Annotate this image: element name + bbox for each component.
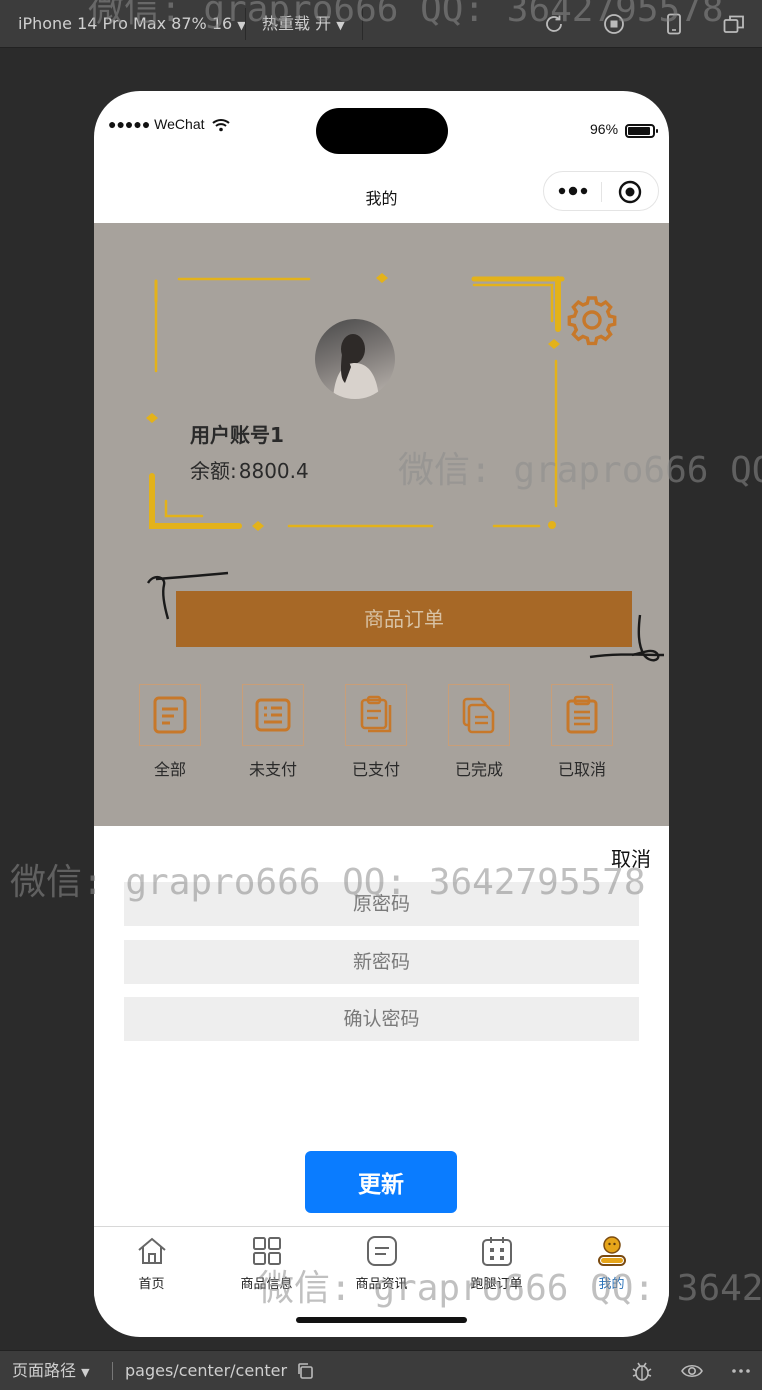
order-category-cancelled[interactable]: 已取消	[542, 684, 622, 784]
home-icon	[138, 1237, 166, 1264]
order-category-unpaid[interactable]: 未支付	[233, 684, 313, 784]
device-selector-label: iPhone 14 Pro Max 87% 16	[18, 14, 233, 33]
order-category-all[interactable]: 全部	[130, 684, 210, 784]
category-icon-box	[345, 684, 407, 746]
tab-bar: 首页 商品信息 商品资讯 跑腿订单 我的	[94, 1226, 669, 1298]
confirm-password-field[interactable]	[124, 997, 639, 1041]
product-orders-banner[interactable]: 商品订单	[176, 591, 632, 647]
device-selector[interactable]: iPhone 14 Pro Max 87% 16 ▼	[18, 0, 246, 48]
doc-list-icon	[153, 696, 187, 734]
category-label: 已取消	[557, 760, 606, 779]
wechat-capsule	[543, 171, 659, 211]
balance: 余额: 8800.4	[190, 455, 309, 484]
close-miniprogram-icon[interactable]	[618, 180, 642, 204]
ios-status-bar: ●●●●● WeChat 96%	[94, 116, 669, 142]
battery-percent: 96%	[590, 121, 619, 137]
phone-frame: ●●●●● WeChat 96% 我的 用户账号1 余额: 8800.4 商品订…	[94, 91, 669, 1337]
clipboard-list-icon	[566, 695, 598, 734]
new-password-field[interactable]	[124, 940, 639, 984]
tab-product-news[interactable]: 商品资讯	[324, 1227, 439, 1299]
avatar-photo	[333, 334, 379, 399]
change-password-sheet: 取消 更新	[94, 826, 669, 1226]
avatar[interactable]	[315, 319, 395, 399]
doc-lines-icon	[255, 698, 291, 732]
order-category-paid[interactable]: 已支付	[336, 684, 416, 784]
decorative-swirl-right	[589, 614, 665, 662]
category-icon-box	[551, 684, 613, 746]
calendar-icon	[482, 1237, 512, 1266]
username: 用户账号1	[190, 423, 284, 447]
category-label: 未支付	[248, 760, 297, 779]
grid-icon	[253, 1237, 281, 1265]
detach-window-icon[interactable]	[722, 12, 746, 36]
page-path-label: 页面路径	[12, 1361, 77, 1380]
tab-errand-orders[interactable]: 跑腿订单	[439, 1227, 554, 1299]
home-indicator	[296, 1317, 467, 1323]
wifi-icon	[212, 119, 230, 132]
battery-icon	[625, 124, 658, 138]
cancel-button[interactable]: 取消	[611, 843, 651, 872]
tab-label: 跑腿订单	[470, 1277, 523, 1292]
category-label: 已支付	[351, 760, 400, 779]
copy-doc-icon	[462, 697, 495, 734]
profile-icon	[598, 1236, 626, 1266]
eye-icon[interactable]	[680, 1359, 704, 1383]
order-category-completed[interactable]: 已完成	[439, 684, 519, 784]
category-label: 已完成	[454, 760, 503, 779]
copy-icon[interactable]	[296, 1362, 314, 1380]
carrier-label: ●●●●● WeChat	[108, 116, 205, 132]
wechat-navbar: 我的	[94, 171, 669, 223]
chevron-down-icon: ▼	[336, 19, 345, 32]
chevron-down-icon: ▼	[81, 1366, 90, 1379]
devtools-toolbar: iPhone 14 Pro Max 87% 16 ▼ 热重载 开 ▼	[0, 0, 762, 48]
stop-icon[interactable]	[602, 12, 626, 36]
page-path-selector[interactable]: 页面路径 ▼	[12, 1351, 90, 1390]
settings-gear-icon[interactable]	[565, 293, 619, 347]
tab-label: 商品信息	[240, 1277, 293, 1292]
bug-icon[interactable]	[630, 1359, 654, 1383]
category-label: 全部	[153, 760, 186, 779]
category-icon-box	[139, 684, 201, 746]
hot-reload-toggle[interactable]: 热重载 开 ▼	[262, 0, 345, 48]
news-icon	[367, 1236, 397, 1266]
tab-product-info[interactable]: 商品信息	[209, 1227, 324, 1299]
tab-label: 我的	[598, 1277, 625, 1292]
phone-preview-icon[interactable]	[662, 12, 686, 36]
page-path-value: pages/center/center	[125, 1361, 288, 1380]
tab-label: 首页	[138, 1277, 165, 1292]
order-categories: 全部 未支付 已支付 已完成 已取消	[94, 684, 669, 784]
more-icon[interactable]	[729, 1359, 753, 1383]
category-icon-box	[242, 684, 304, 746]
clipboard-icon	[360, 695, 392, 733]
hot-reload-label: 热重载 开	[262, 14, 332, 33]
tab-mine[interactable]: 我的	[554, 1227, 669, 1299]
category-icon-box	[448, 684, 510, 746]
balance-label: 余额:	[190, 459, 237, 483]
tab-home[interactable]: 首页	[94, 1227, 209, 1299]
more-dots-icon[interactable]	[558, 185, 590, 197]
update-button[interactable]: 更新	[305, 1151, 457, 1213]
old-password-field[interactable]	[124, 882, 639, 926]
refresh-icon[interactable]	[542, 12, 566, 36]
tab-label: 商品资讯	[355, 1277, 408, 1292]
balance-value: 8800.4	[238, 459, 309, 483]
devtools-statusbar: 页面路径 ▼ pages/center/center	[0, 1350, 762, 1390]
